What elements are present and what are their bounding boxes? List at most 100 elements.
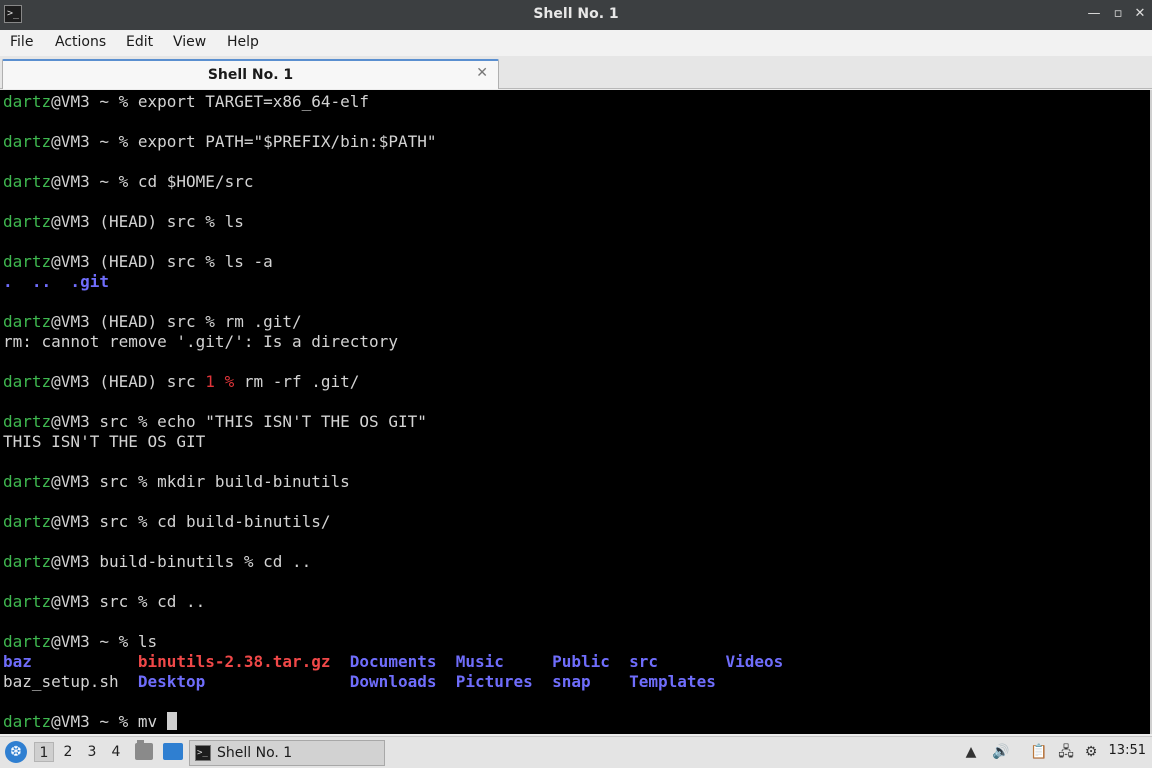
terminal-segment: baz_setup.sh: [3, 672, 138, 691]
workspace-3[interactable]: 3: [82, 742, 102, 762]
terminal-segment: @VM3 (HEAD) src: [51, 372, 206, 391]
terminal-segment: @VM3 ~ % export PATH="$PREFIX/bin:$PATH": [51, 132, 437, 151]
terminal-line: rm: cannot remove '.git/': Is a director…: [3, 332, 783, 352]
terminal-icon: >_: [195, 745, 211, 761]
taskbar-task-shell[interactable]: >_ Shell No. 1: [189, 740, 385, 766]
terminal-segment: Desktop Downloads Pictures snap Template…: [137, 672, 716, 691]
terminal-segment: dartz: [3, 372, 52, 391]
terminal-line: dartz@VM3 src % cd ..: [3, 592, 783, 612]
clock[interactable]: 13:51: [1109, 743, 1146, 758]
terminal-line: dartz@VM3 build-binutils % cd ..: [3, 552, 783, 572]
terminal-segment: @VM3 ~ % cd $HOME/src: [51, 172, 254, 191]
menu-edit[interactable]: Edit: [126, 34, 153, 50]
show-desktop-icon[interactable]: [163, 743, 183, 760]
terminal-segment: rm: cannot remove '.git/': Is a director…: [3, 332, 398, 351]
tab-close-icon[interactable]: ✕: [476, 65, 488, 81]
terminal-segment: @VM3 src % cd build-binutils/: [51, 512, 331, 531]
terminal-line: . .. .git: [3, 272, 783, 292]
scroll-up-icon[interactable]: ▲: [962, 742, 980, 762]
terminal-line: dartz@VM3 src % cd build-binutils/: [3, 512, 783, 532]
terminal-line: baz_setup.sh Desktop Downloads Pictures …: [3, 672, 783, 692]
terminal-segment: dartz: [3, 552, 52, 571]
tab-shell-1[interactable]: Shell No. 1 ✕: [2, 59, 499, 89]
terminal-segment: dartz: [3, 172, 52, 191]
terminal-segment: dartz: [3, 312, 52, 331]
menu-help[interactable]: Help: [227, 34, 259, 50]
taskbar: ❆ 1 2 3 4 >_ Shell No. 1 ▲ 🔊 📋 🖧 ⚙ 13:51: [0, 736, 1152, 768]
terminal-segment: [331, 652, 350, 671]
terminal-segment: binutils-2.38.tar.gz: [137, 652, 331, 671]
workspace-1[interactable]: 1: [34, 742, 54, 762]
terminal-line: dartz@VM3 (HEAD) src % ls -a: [3, 252, 783, 272]
terminal-segment: baz: [3, 652, 138, 671]
terminal-segment: dartz: [3, 512, 52, 531]
workspace-4[interactable]: 4: [106, 742, 126, 762]
terminal-segment: THIS ISN'T THE OS GIT: [3, 432, 206, 451]
terminal-line: dartz@VM3 ~ % mv: [3, 712, 783, 732]
terminal-segment: @VM3 ~ % ls: [51, 632, 158, 651]
terminal-output[interactable]: dartz@VM3 ~ % export TARGET=x86_64-elf da…: [0, 90, 1152, 734]
terminal-segment: dartz: [3, 252, 52, 271]
updates-icon[interactable]: ⚙: [1082, 742, 1100, 762]
terminal-segment: dartz: [3, 472, 52, 491]
maximize-button[interactable]: ▫: [1108, 4, 1128, 24]
menu-file[interactable]: File: [10, 34, 33, 50]
terminal-segment: @VM3 src % echo "THIS ISN'T THE OS GIT": [51, 412, 427, 431]
terminal-line: dartz@VM3 (HEAD) src % rm .git/: [3, 312, 783, 332]
terminal-line: dartz@VM3 ~ % ls: [3, 632, 783, 652]
close-button[interactable]: ✕: [1130, 4, 1150, 24]
terminal-segment: @VM3 (HEAD) src % rm .git/: [51, 312, 302, 331]
terminal-line: dartz@VM3 (HEAD) src % ls: [3, 212, 783, 232]
tab-label: Shell No. 1: [207, 67, 294, 83]
window-title: Shell No. 1: [533, 6, 619, 22]
window-titlebar[interactable]: >_ Shell No. 1 — ▫ ✕: [0, 0, 1152, 30]
menu-actions[interactable]: Actions: [55, 34, 106, 50]
terminal-line: dartz@VM3 src % echo "THIS ISN'T THE OS …: [3, 412, 783, 432]
terminal-segment: dartz: [3, 712, 52, 731]
terminal-segment: dartz: [3, 132, 52, 151]
menu-bar: File Actions Edit View Help: [0, 30, 1152, 56]
clipboard-icon[interactable]: 📋: [1028, 742, 1050, 762]
terminal-line: THIS ISN'T THE OS GIT: [3, 432, 783, 452]
terminal-line: dartz@VM3 src % mkdir build-binutils: [3, 472, 783, 492]
terminal-line: dartz@VM3 ~ % export PATH="$PREFIX/bin:$…: [3, 132, 783, 152]
terminal-segment: dartz: [3, 212, 52, 231]
terminal-line: dartz@VM3 ~ % export TARGET=x86_64-elf: [3, 92, 783, 112]
workspace-2[interactable]: 2: [58, 742, 78, 762]
terminal-segment: . .. .git: [3, 272, 109, 291]
terminal-segment: @VM3 build-binutils % cd ..: [51, 552, 312, 571]
terminal-segment: rm -rf .git/: [234, 372, 360, 391]
terminal-segment: @VM3 src % cd ..: [51, 592, 206, 611]
taskbar-task-label: Shell No. 1: [217, 745, 293, 761]
tab-bar: Shell No. 1 ✕: [0, 56, 1152, 89]
terminal-segment: @VM3 (HEAD) src % ls -a: [51, 252, 273, 271]
terminal-segment: @VM3 ~ % mv: [51, 712, 167, 731]
terminal-segment: @VM3 src % mkdir build-binutils: [51, 472, 350, 491]
terminal-cursor: [166, 712, 177, 730]
terminal-segment: 1 %: [205, 372, 235, 391]
minimize-button[interactable]: —: [1084, 4, 1104, 24]
terminal-segment: @VM3 ~ % export TARGET=x86_64-elf: [51, 92, 370, 111]
volume-icon[interactable]: 🔊: [990, 742, 1012, 762]
terminal-text: dartz@VM3 ~ % export TARGET=x86_64-elf da…: [3, 92, 783, 732]
menu-view[interactable]: View: [173, 34, 206, 50]
file-manager-icon[interactable]: [135, 740, 153, 760]
terminal-line: dartz@VM3 ~ % cd $HOME/src: [3, 172, 783, 192]
terminal-line: dartz@VM3 (HEAD) src 1 % rm -rf .git/: [3, 372, 783, 392]
start-menu-icon[interactable]: ❆: [5, 741, 27, 763]
network-icon[interactable]: 🖧: [1054, 742, 1078, 762]
terminal-segment: dartz: [3, 592, 52, 611]
terminal-segment: dartz: [3, 92, 52, 111]
